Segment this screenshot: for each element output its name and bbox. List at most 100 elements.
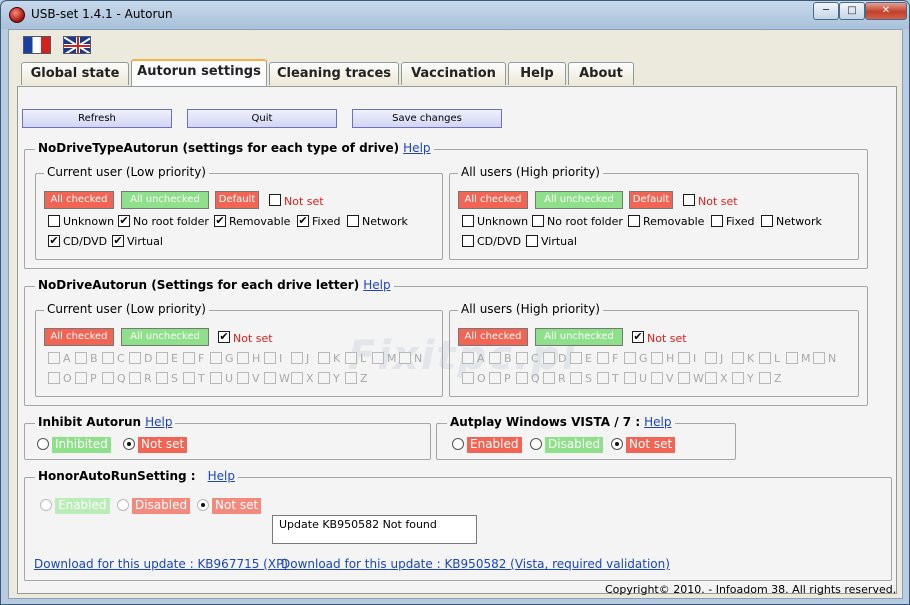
ndt-cur-virtual-checkbox[interactable]: ✔ — [112, 235, 124, 247]
inhibit-help-link[interactable]: Help — [145, 415, 172, 429]
nd-cur-drive-u-checkbox[interactable] — [210, 372, 222, 384]
autoplay-disabled-radio[interactable] — [530, 438, 542, 450]
ndt-cur-cddvd-checkbox[interactable]: ✔ — [48, 235, 60, 247]
nd-all-drive-m-checkbox[interactable] — [786, 352, 798, 364]
ndt-all-default-button[interactable]: Default — [629, 191, 673, 209]
honor-not-set-radio[interactable] — [197, 499, 209, 511]
nd-cur-drive-n-checkbox[interactable] — [399, 352, 411, 364]
nd-all-drive-h-checkbox[interactable] — [651, 352, 663, 364]
nd-all-all-checked-button[interactable]: All checked — [458, 328, 528, 346]
ndt-all-not-set-checkbox[interactable] — [683, 194, 695, 206]
nd-cur-drive-z-checkbox[interactable] — [345, 372, 357, 384]
english-flag-icon[interactable] — [63, 36, 91, 54]
refresh-button[interactable]: Refresh — [22, 109, 172, 128]
nd-all-drive-d-checkbox[interactable] — [543, 352, 555, 364]
nd-cur-drive-w-checkbox[interactable] — [264, 372, 276, 384]
nd-all-drive-j-checkbox[interactable] — [705, 352, 717, 364]
nd-all-drive-s-checkbox[interactable] — [570, 372, 582, 384]
nd-cur-all-checked-button[interactable]: All checked — [44, 328, 114, 346]
ndt-cur-removable-checkbox[interactable]: ✔ — [214, 215, 226, 227]
nd-cur-drive-i-checkbox[interactable] — [264, 352, 276, 364]
ndt-all-network-checkbox[interactable] — [761, 215, 773, 227]
nd-all-not-set-checkbox[interactable]: ✔ — [632, 331, 644, 343]
nd-all-drive-r-checkbox[interactable] — [543, 372, 555, 384]
nd-cur-drive-k-checkbox[interactable] — [318, 352, 330, 364]
ndt-all-all-checked-button[interactable]: All checked — [458, 191, 528, 209]
nd-cur-drive-j-checkbox[interactable] — [291, 352, 303, 364]
ndt-all-no-root-checkbox[interactable] — [532, 215, 544, 227]
nd-all-drive-l-checkbox[interactable] — [759, 352, 771, 364]
ndt-cur-unknown-checkbox[interactable] — [48, 215, 60, 227]
minimize-button[interactable]: ─ — [813, 2, 839, 20]
ndt-all-all-unchecked-button[interactable]: All unchecked — [535, 191, 623, 209]
ndt-cur-all-unchecked-button[interactable]: All unchecked — [121, 191, 209, 209]
nd-all-drive-b-checkbox[interactable] — [489, 352, 501, 364]
french-flag-icon[interactable] — [23, 36, 51, 54]
nd-cur-drive-l-checkbox[interactable] — [345, 352, 357, 364]
quit-button[interactable]: Quit — [187, 109, 337, 128]
nd-all-drive-q-checkbox[interactable] — [516, 372, 528, 384]
nd-all-drive-p-checkbox[interactable] — [489, 372, 501, 384]
honor-disabled-radio[interactable] — [117, 499, 129, 511]
nd-all-drive-a-checkbox[interactable] — [462, 352, 474, 364]
honor-enabled-radio[interactable] — [40, 499, 52, 511]
nd-all-drive-i-checkbox[interactable] — [678, 352, 690, 364]
nd-cur-drive-q-checkbox[interactable] — [102, 372, 114, 384]
ndt-cur-not-set-checkbox[interactable] — [269, 194, 281, 206]
nd-all-drive-n-checkbox[interactable] — [813, 352, 825, 364]
maximize-button[interactable]: □ — [839, 2, 865, 20]
tab-global-state[interactable]: Global state — [21, 62, 129, 85]
nd-cur-drive-m-checkbox[interactable] — [372, 352, 384, 364]
inhibit-inhibited-radio[interactable] — [37, 438, 49, 450]
ndt-all-fixed-checkbox[interactable] — [711, 215, 723, 227]
nd-cur-drive-p-checkbox[interactable] — [75, 372, 87, 384]
nd-cur-drive-o-checkbox[interactable] — [48, 372, 60, 384]
nd-cur-drive-x-checkbox[interactable] — [291, 372, 303, 384]
nd-cur-drive-t-checkbox[interactable] — [183, 372, 195, 384]
nodrive-help-link[interactable]: Help — [363, 278, 390, 292]
nd-cur-drive-y-checkbox[interactable] — [318, 372, 330, 384]
nd-all-all-unchecked-button[interactable]: All unchecked — [535, 328, 623, 346]
save-changes-button[interactable]: Save changes — [352, 109, 502, 128]
nd-all-drive-e-checkbox[interactable] — [570, 352, 582, 364]
honor-help-link[interactable]: Help — [208, 469, 235, 483]
nd-cur-drive-d-checkbox[interactable] — [129, 352, 141, 364]
tab-autorun-settings[interactable]: Autorun settings — [131, 59, 267, 86]
nd-cur-drive-h-checkbox[interactable] — [237, 352, 249, 364]
nodrivetype-help-link[interactable]: Help — [403, 141, 430, 155]
nd-cur-drive-b-checkbox[interactable] — [75, 352, 87, 364]
nd-all-drive-z-checkbox[interactable] — [759, 372, 771, 384]
ndt-cur-no-root-checkbox[interactable]: ✔ — [118, 215, 130, 227]
nd-cur-drive-a-checkbox[interactable] — [48, 352, 60, 364]
ndt-cur-default-button[interactable]: Default — [215, 191, 259, 209]
ndt-all-virtual-checkbox[interactable] — [526, 235, 538, 247]
ndt-cur-fixed-checkbox[interactable]: ✔ — [297, 215, 309, 227]
ndt-all-cddvd-checkbox[interactable] — [462, 235, 474, 247]
nd-all-drive-u-checkbox[interactable] — [624, 372, 636, 384]
nd-cur-drive-f-checkbox[interactable] — [183, 352, 195, 364]
ndt-cur-network-checkbox[interactable] — [347, 215, 359, 227]
ndt-all-unknown-checkbox[interactable] — [462, 215, 474, 227]
autoplay-not-set-radio[interactable] — [611, 438, 623, 450]
download-kb967715-link[interactable]: Download for this update : KB967715 (XP) — [34, 557, 288, 571]
nd-all-drive-y-checkbox[interactable] — [732, 372, 744, 384]
tab-help[interactable]: Help — [508, 62, 566, 85]
nd-all-drive-t-checkbox[interactable] — [597, 372, 609, 384]
nd-all-drive-o-checkbox[interactable] — [462, 372, 474, 384]
nd-cur-drive-r-checkbox[interactable] — [129, 372, 141, 384]
nd-all-drive-g-checkbox[interactable] — [624, 352, 636, 364]
close-button[interactable]: ✕ — [865, 2, 907, 20]
autoplay-help-link[interactable]: Help — [644, 415, 671, 429]
ndt-all-removable-checkbox[interactable] — [628, 215, 640, 227]
nd-all-drive-w-checkbox[interactable] — [678, 372, 690, 384]
nd-cur-not-set-checkbox[interactable]: ✔ — [218, 331, 230, 343]
tab-vaccination[interactable]: Vaccination — [401, 62, 506, 85]
ndt-cur-all-checked-button[interactable]: All checked — [44, 191, 114, 209]
nd-cur-drive-g-checkbox[interactable] — [210, 352, 222, 364]
download-kb950582-link[interactable]: Download for this update : KB950582 (Vis… — [281, 557, 670, 571]
nd-cur-drive-c-checkbox[interactable] — [102, 352, 114, 364]
nd-all-drive-x-checkbox[interactable] — [705, 372, 717, 384]
nd-cur-drive-s-checkbox[interactable] — [156, 372, 168, 384]
nd-all-drive-f-checkbox[interactable] — [597, 352, 609, 364]
nd-cur-all-unchecked-button[interactable]: All unchecked — [121, 328, 209, 346]
